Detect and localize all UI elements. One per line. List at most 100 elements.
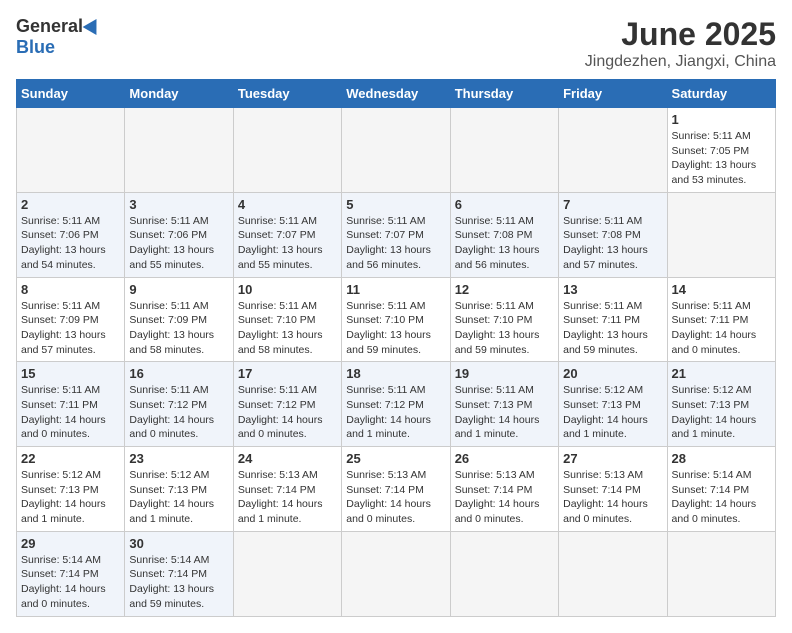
header-friday: Friday	[559, 80, 667, 108]
day-number: 22	[21, 451, 120, 466]
day-number: 28	[672, 451, 771, 466]
day-info: Sunrise: 5:13 AMSunset: 7:14 PMDaylight:…	[455, 468, 554, 527]
calendar-cell-day-1: 1 Sunrise: 5:11 AMSunset: 7:05 PMDaylight…	[667, 108, 775, 193]
calendar-cell-day-7: 7 Sunrise: 5:11 AMSunset: 7:08 PMDaylight…	[559, 192, 667, 277]
day-info: Sunrise: 5:11 AMSunset: 7:11 PMDaylight:…	[21, 383, 120, 442]
day-info: Sunrise: 5:12 AMSunset: 7:13 PMDaylight:…	[21, 468, 120, 527]
day-number: 25	[346, 451, 445, 466]
day-number: 8	[21, 282, 120, 297]
day-info: Sunrise: 5:11 AMSunset: 7:08 PMDaylight:…	[563, 214, 662, 273]
day-number: 2	[21, 197, 120, 212]
header-saturday: Saturday	[667, 80, 775, 108]
day-number: 24	[238, 451, 337, 466]
day-info: Sunrise: 5:12 AMSunset: 7:13 PMDaylight:…	[129, 468, 228, 527]
calendar-week-row: 29Sunrise: 5:14 AMSunset: 7:14 PMDayligh…	[17, 531, 776, 616]
day-number: 3	[129, 197, 228, 212]
calendar-cell-day-5: 5 Sunrise: 5:11 AMSunset: 7:07 PMDaylight…	[342, 192, 450, 277]
calendar-cell-empty	[125, 108, 233, 193]
logo-blue-text: Blue	[16, 37, 55, 58]
location-title: Jingdezhen, Jiangxi, China	[585, 53, 776, 71]
day-number: 7	[563, 197, 662, 212]
calendar-cell-day-21: 21 Sunrise: 5:12 AMSunset: 7:13 PMDayligh…	[667, 362, 775, 447]
logo: General Blue	[16, 16, 101, 58]
day-number: 10	[238, 282, 337, 297]
day-info: Sunrise: 5:11 AMSunset: 7:06 PMDaylight:…	[129, 214, 228, 273]
calendar-cell-day-19: 19 Sunrise: 5:11 AMSunset: 7:13 PMDayligh…	[450, 362, 558, 447]
day-info: Sunrise: 5:14 AMSunset: 7:14 PMDaylight:…	[672, 468, 771, 527]
day-number: 14	[672, 282, 771, 297]
calendar-cell-empty	[667, 192, 775, 277]
day-number: 13	[563, 282, 662, 297]
day-info: Sunrise: 5:11 AMSunset: 7:10 PMDaylight:…	[346, 299, 445, 358]
calendar-cell-day-2: 2 Sunrise: 5:11 AMSunset: 7:06 PMDaylight…	[17, 192, 125, 277]
day-info: Sunrise: 5:11 AMSunset: 7:05 PMDaylight:…	[672, 129, 771, 188]
day-info: Sunrise: 5:11 AMSunset: 7:09 PMDaylight:…	[129, 299, 228, 358]
calendar-cell-day-14: 14Sunrise: 5:11 AMSunset: 7:11 PMDayligh…	[667, 277, 775, 362]
calendar-cell-day-15: 15 Sunrise: 5:11 AMSunset: 7:11 PMDayligh…	[17, 362, 125, 447]
day-info: Sunrise: 5:13 AMSunset: 7:14 PMDaylight:…	[238, 468, 337, 527]
day-info: Sunrise: 5:11 AMSunset: 7:11 PMDaylight:…	[563, 299, 662, 358]
day-number: 5	[346, 197, 445, 212]
day-number: 15	[21, 366, 120, 381]
calendar-cell-empty	[450, 108, 558, 193]
day-info: Sunrise: 5:12 AMSunset: 7:13 PMDaylight:…	[672, 383, 771, 442]
day-info: Sunrise: 5:11 AMSunset: 7:13 PMDaylight:…	[455, 383, 554, 442]
logo-triangle-icon	[83, 14, 104, 34]
day-number: 1	[672, 112, 771, 127]
day-number: 26	[455, 451, 554, 466]
day-number: 6	[455, 197, 554, 212]
calendar-cell-day-28: 28 Sunrise: 5:14 AMSunset: 7:14 PMDayligh…	[667, 447, 775, 532]
calendar-cell-empty	[233, 108, 341, 193]
day-info: Sunrise: 5:11 AMSunset: 7:10 PMDaylight:…	[238, 299, 337, 358]
calendar-cell-day-23: 23Sunrise: 5:12 AMSunset: 7:13 PMDayligh…	[125, 447, 233, 532]
calendar-week-row: 22 Sunrise: 5:12 AMSunset: 7:13 PMDayligh…	[17, 447, 776, 532]
day-number: 30	[129, 536, 228, 551]
day-number: 11	[346, 282, 445, 297]
calendar-cell-day-13: 13 Sunrise: 5:11 AMSunset: 7:11 PMDayligh…	[559, 277, 667, 362]
day-info: Sunrise: 5:14 AMSunset: 7:14 PMDaylight:…	[129, 553, 228, 612]
calendar-cell-empty	[559, 108, 667, 193]
header-sunday: Sunday	[17, 80, 125, 108]
day-number: 21	[672, 366, 771, 381]
calendar-cell-day-4: 4 Sunrise: 5:11 AMSunset: 7:07 PMDaylight…	[233, 192, 341, 277]
day-info: Sunrise: 5:11 AMSunset: 7:12 PMDaylight:…	[238, 383, 337, 442]
calendar-cell-empty	[667, 531, 775, 616]
calendar-cell-day-12: 12Sunrise: 5:11 AMSunset: 7:10 PMDayligh…	[450, 277, 558, 362]
day-info: Sunrise: 5:11 AMSunset: 7:09 PMDaylight:…	[21, 299, 120, 358]
calendar-cell-day-3: 3 Sunrise: 5:11 AMSunset: 7:06 PMDaylight…	[125, 192, 233, 277]
calendar-cell-day-18: 18Sunrise: 5:11 AMSunset: 7:12 PMDayligh…	[342, 362, 450, 447]
day-info: Sunrise: 5:13 AMSunset: 7:14 PMDaylight:…	[563, 468, 662, 527]
calendar-cell-day-30: 30 Sunrise: 5:14 AMSunset: 7:14 PMDayligh…	[125, 531, 233, 616]
day-info: Sunrise: 5:11 AMSunset: 7:12 PMDaylight:…	[129, 383, 228, 442]
calendar-cell-empty	[450, 531, 558, 616]
calendar-cell-day-9: 9 Sunrise: 5:11 AMSunset: 7:09 PMDaylight…	[125, 277, 233, 362]
day-info: Sunrise: 5:11 AMSunset: 7:07 PMDaylight:…	[238, 214, 337, 273]
title-area: June 2025 Jingdezhen, Jiangxi, China	[585, 16, 776, 71]
header: General Blue June 2025 Jingdezhen, Jiang…	[16, 16, 776, 71]
day-number: 18	[346, 366, 445, 381]
calendar-cell-empty	[233, 531, 341, 616]
day-info: Sunrise: 5:11 AMSunset: 7:10 PMDaylight:…	[455, 299, 554, 358]
day-number: 27	[563, 451, 662, 466]
calendar-header-row: SundayMondayTuesdayWednesdayThursdayFrid…	[17, 80, 776, 108]
calendar-week-row: 15 Sunrise: 5:11 AMSunset: 7:11 PMDayligh…	[17, 362, 776, 447]
calendar-cell-day-24: 24 Sunrise: 5:13 AMSunset: 7:14 PMDayligh…	[233, 447, 341, 532]
day-number: 9	[129, 282, 228, 297]
logo-general-text: General	[16, 16, 83, 37]
day-number: 19	[455, 366, 554, 381]
day-number: 20	[563, 366, 662, 381]
calendar-week-row: 2 Sunrise: 5:11 AMSunset: 7:06 PMDaylight…	[17, 192, 776, 277]
header-thursday: Thursday	[450, 80, 558, 108]
calendar-cell-empty	[17, 108, 125, 193]
month-title: June 2025	[585, 16, 776, 53]
calendar-cell-day-25: 25Sunrise: 5:13 AMSunset: 7:14 PMDayligh…	[342, 447, 450, 532]
day-info: Sunrise: 5:11 AMSunset: 7:08 PMDaylight:…	[455, 214, 554, 273]
day-info: Sunrise: 5:11 AMSunset: 7:07 PMDaylight:…	[346, 214, 445, 273]
calendar-cell-day-16: 16Sunrise: 5:11 AMSunset: 7:12 PMDayligh…	[125, 362, 233, 447]
header-monday: Monday	[125, 80, 233, 108]
day-info: Sunrise: 5:11 AMSunset: 7:06 PMDaylight:…	[21, 214, 120, 273]
calendar-cell-day-8: 8 Sunrise: 5:11 AMSunset: 7:09 PMDaylight…	[17, 277, 125, 362]
calendar-cell-empty	[559, 531, 667, 616]
calendar-cell-day-10: 10 Sunrise: 5:11 AMSunset: 7:10 PMDayligh…	[233, 277, 341, 362]
day-number: 4	[238, 197, 337, 212]
